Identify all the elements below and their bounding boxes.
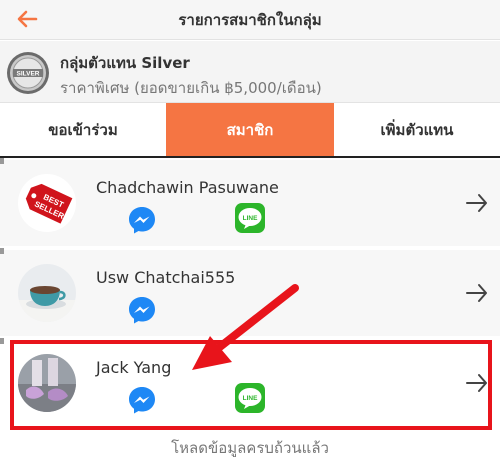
divider-mark — [0, 248, 4, 254]
page-title: รายการสมาชิกในกลุ่ม — [178, 11, 322, 29]
arrow-right-icon[interactable] — [464, 190, 490, 216]
tab-join-requests[interactable]: ขอเข้าร่วม — [0, 103, 166, 156]
tab-members[interactable]: สมาชิก — [166, 103, 334, 156]
member-name: Chadchawin Pasuwane — [96, 178, 279, 197]
load-complete-text: โหลดข้อมูลครบถ้วนแล้ว — [171, 439, 329, 457]
svg-text:LINE: LINE — [243, 215, 258, 222]
divider-mark — [0, 338, 4, 344]
top-bar: รายการสมาชิกในกลุ่ม — [0, 0, 500, 40]
annotation-arrow-icon — [192, 284, 299, 370]
tab-bar: ขอเข้าร่วม สมาชิก เพิ่มตัวแทน — [0, 103, 500, 158]
messenger-icon[interactable] — [126, 204, 158, 236]
best-seller-avatar: BEST SELLER — [18, 174, 76, 232]
group-info: SILVER กลุ่มตัวแทน Silver ราคาพิเศษ (ยอด… — [0, 41, 500, 103]
arrow-right-icon[interactable] — [464, 280, 490, 306]
divider-mark — [0, 158, 4, 164]
line-icon[interactable]: LINE — [234, 202, 266, 234]
silver-badge-logo: SILVER — [7, 52, 49, 94]
group-description: ราคาพิเศษ (ยอดขายเกิน ฿5,000/เดือน) — [60, 79, 322, 97]
messenger-icon[interactable] — [126, 294, 158, 326]
group-name: กลุ่มตัวแทน Silver — [60, 54, 190, 72]
svg-text:SILVER: SILVER — [17, 71, 40, 78]
tab-add-agent[interactable]: เพิ่มตัวแทน — [334, 103, 500, 156]
member-row[interactable]: BEST SELLER Chadchawin Pasuwane LINE — [0, 160, 500, 246]
coffee-cup-avatar — [18, 264, 76, 322]
